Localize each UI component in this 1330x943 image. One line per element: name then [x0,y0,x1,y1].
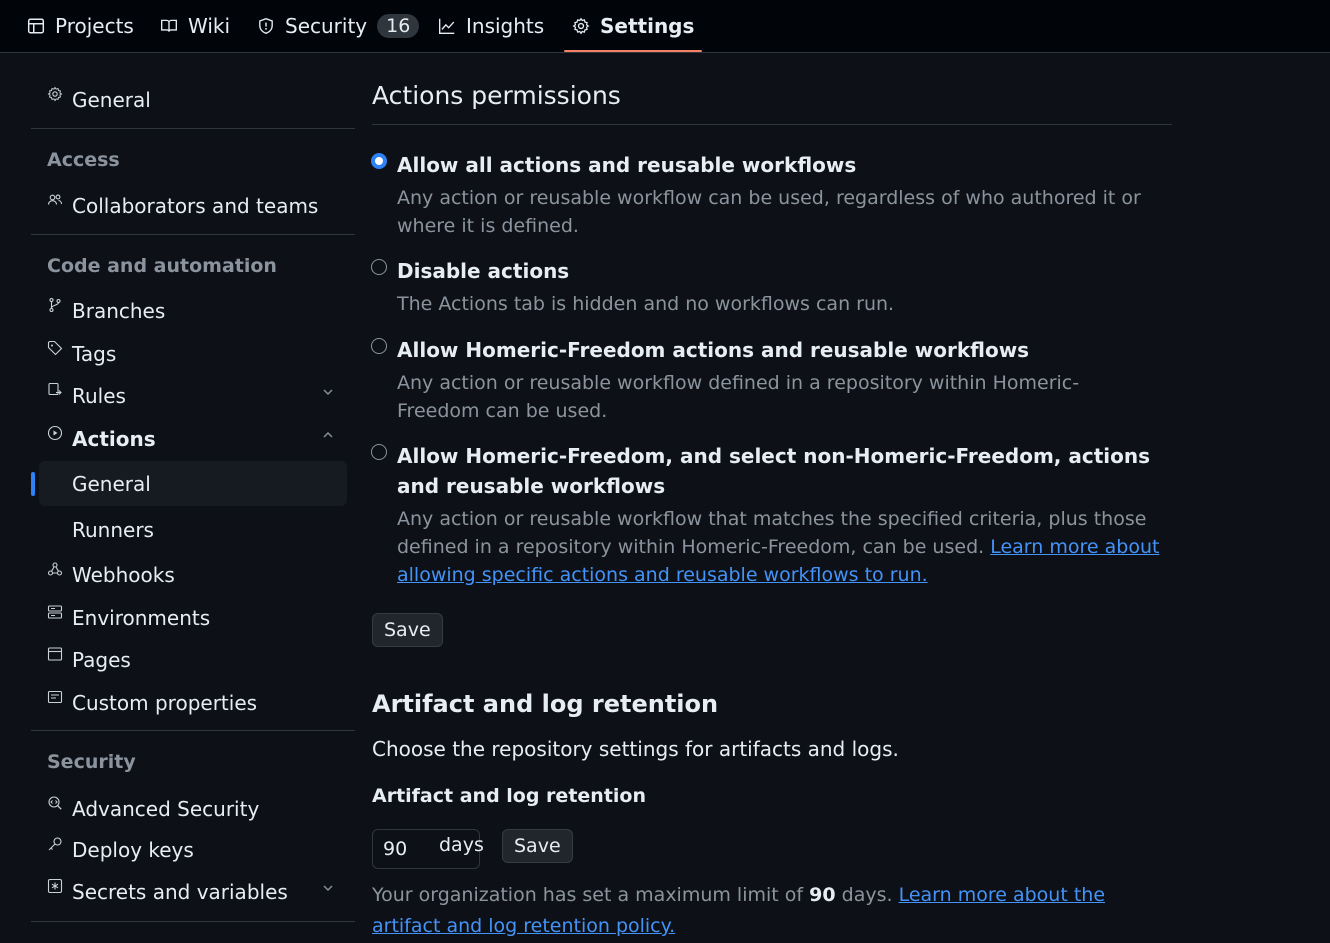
sidebar-item-label: Environments [72,606,211,630]
sidebar-item-label: Advanced Security [72,797,260,821]
sidebar-item-advanced-security[interactable]: Advanced Security [31,790,355,828]
sidebar-divider [31,128,355,129]
browser-icon [47,646,65,664]
sidebar-item-label: Tags [72,342,117,366]
sidebar-item-tags[interactable]: Tags [31,335,355,373]
sidebar-item-label: Deploy keys [72,838,194,862]
git-branch-icon [47,297,65,315]
tag-icon [47,340,65,358]
server-icon [47,604,65,622]
table-icon [27,17,45,35]
chevron-down-icon[interactable] [321,881,335,895]
retention-days-field: days [372,829,484,869]
sidebar-heading-security: Security [47,751,136,773]
sidebar-item-environments[interactable]: Environments [31,599,355,637]
sidebar-item-secrets-variables[interactable]: Secrets and variables [31,873,355,911]
sidebar-item-label: General [72,472,151,496]
gear-icon [572,17,590,35]
option-title-allow-all: Allow all actions and reusable workflows [397,153,857,177]
option-title-disable: Disable actions [397,259,570,283]
chevron-up-icon[interactable] [321,428,335,442]
sidebar-divider [31,730,355,731]
heading-divider [372,124,1172,125]
sidebar-subitem-runners[interactable]: Runners [31,511,355,549]
sidebar-item-label: Actions [72,427,156,451]
sidebar-item-actions[interactable]: Actions [31,420,355,458]
repo-push-icon [47,382,65,400]
asterisk-icon [47,878,65,896]
save-retention-button[interactable]: Save [502,829,573,863]
tab-settings[interactable]: Settings [563,0,703,52]
sidebar-item-label: Secrets and variables [72,880,288,904]
actions-permissions-heading: Actions permissions [372,81,621,110]
tab-label: Settings [600,14,695,38]
repo-nav: Projects Wiki Security 16 Insights Setti… [0,0,1330,53]
sidebar-item-general[interactable]: General [31,81,355,119]
sidebar-item-label: Collaborators and teams [72,194,319,218]
sidebar-item-deploy-keys[interactable]: Deploy keys [31,831,355,869]
sidebar-item-label: Rules [72,384,126,408]
sidebar-item-custom-properties[interactable]: Custom properties [31,684,355,722]
book-icon [160,17,178,35]
option-title-allow-org: Allow Homeric-Freedom actions and reusab… [397,338,1030,362]
sidebar-divider [31,921,355,922]
tab-wiki[interactable]: Wiki [160,0,230,52]
sidebar-item-pages[interactable]: Pages [31,641,355,679]
sidebar-item-label: Branches [72,299,166,323]
gear-icon [47,86,65,104]
retention-field-label: Artifact and log retention [372,785,646,807]
retention-days-input[interactable] [383,838,423,860]
retention-note: Your organization has set a maximum limi… [372,880,1172,942]
tab-label: Wiki [188,14,231,38]
tab-projects[interactable]: Projects [27,0,134,52]
sidebar-heading-access: Access [47,149,120,171]
tab-security[interactable]: Security 16 [257,0,420,52]
option-desc-allow-select: Any action or reusable workflow that mat… [397,505,1177,589]
sidebar-subitem-actions-general[interactable]: General [31,465,355,503]
radio-allow-select[interactable] [371,444,387,460]
chevron-down-icon[interactable] [321,385,335,399]
radio-disable-actions[interactable] [371,259,387,275]
sidebar-divider [31,234,355,235]
option-desc-allow-all: Any action or reusable workflow can be u… [397,187,1141,237]
tab-label: Insights [466,14,545,38]
radio-allow-all[interactable] [371,153,387,169]
option-desc-allow-org: Any action or reusable workflow defined … [397,372,1080,422]
tab-label: Security [285,14,368,38]
retention-description: Choose the repository settings for artif… [372,737,899,761]
note-prefix: Your organization has set a maximum limi… [372,884,804,906]
tab-label: Projects [55,14,134,38]
codescan-icon [47,795,65,813]
tab-insights[interactable]: Insights [438,0,544,52]
sidebar-item-rules[interactable]: Rules [31,377,355,415]
security-count-badge: 16 [377,14,420,38]
graph-icon [438,17,456,35]
sidebar-item-label: Custom properties [72,691,258,715]
sidebar-heading-code-automation: Code and automation [47,255,277,277]
key-icon [47,836,65,854]
note-icon [47,689,65,707]
shield-icon [257,17,275,35]
save-permissions-button[interactable]: Save [372,613,443,647]
radio-allow-org[interactable] [371,338,387,354]
sidebar-item-label: Pages [72,648,131,672]
sidebar-item-label: General [72,88,151,112]
webhook-icon [47,561,65,579]
sidebar-item-label: Runners [72,518,154,542]
people-icon [47,192,65,210]
sidebar-item-collaborators[interactable]: Collaborators and teams [31,187,355,225]
sidebar-item-webhooks[interactable]: Webhooks [31,556,355,594]
option-title-allow-select: Allow Homeric-Freedom, and select non-Ho… [397,444,1150,498]
option-desc-disable: The Actions tab is hidden and no workflo… [397,293,895,315]
note-limit: 90 [809,884,836,906]
retention-heading: Artifact and log retention [372,690,719,718]
sidebar-item-label: Webhooks [72,563,175,587]
sidebar-item-branches[interactable]: Branches [31,292,355,330]
days-suffix: days [439,834,484,856]
play-icon [47,425,65,443]
note-suffix: days. [841,884,893,906]
